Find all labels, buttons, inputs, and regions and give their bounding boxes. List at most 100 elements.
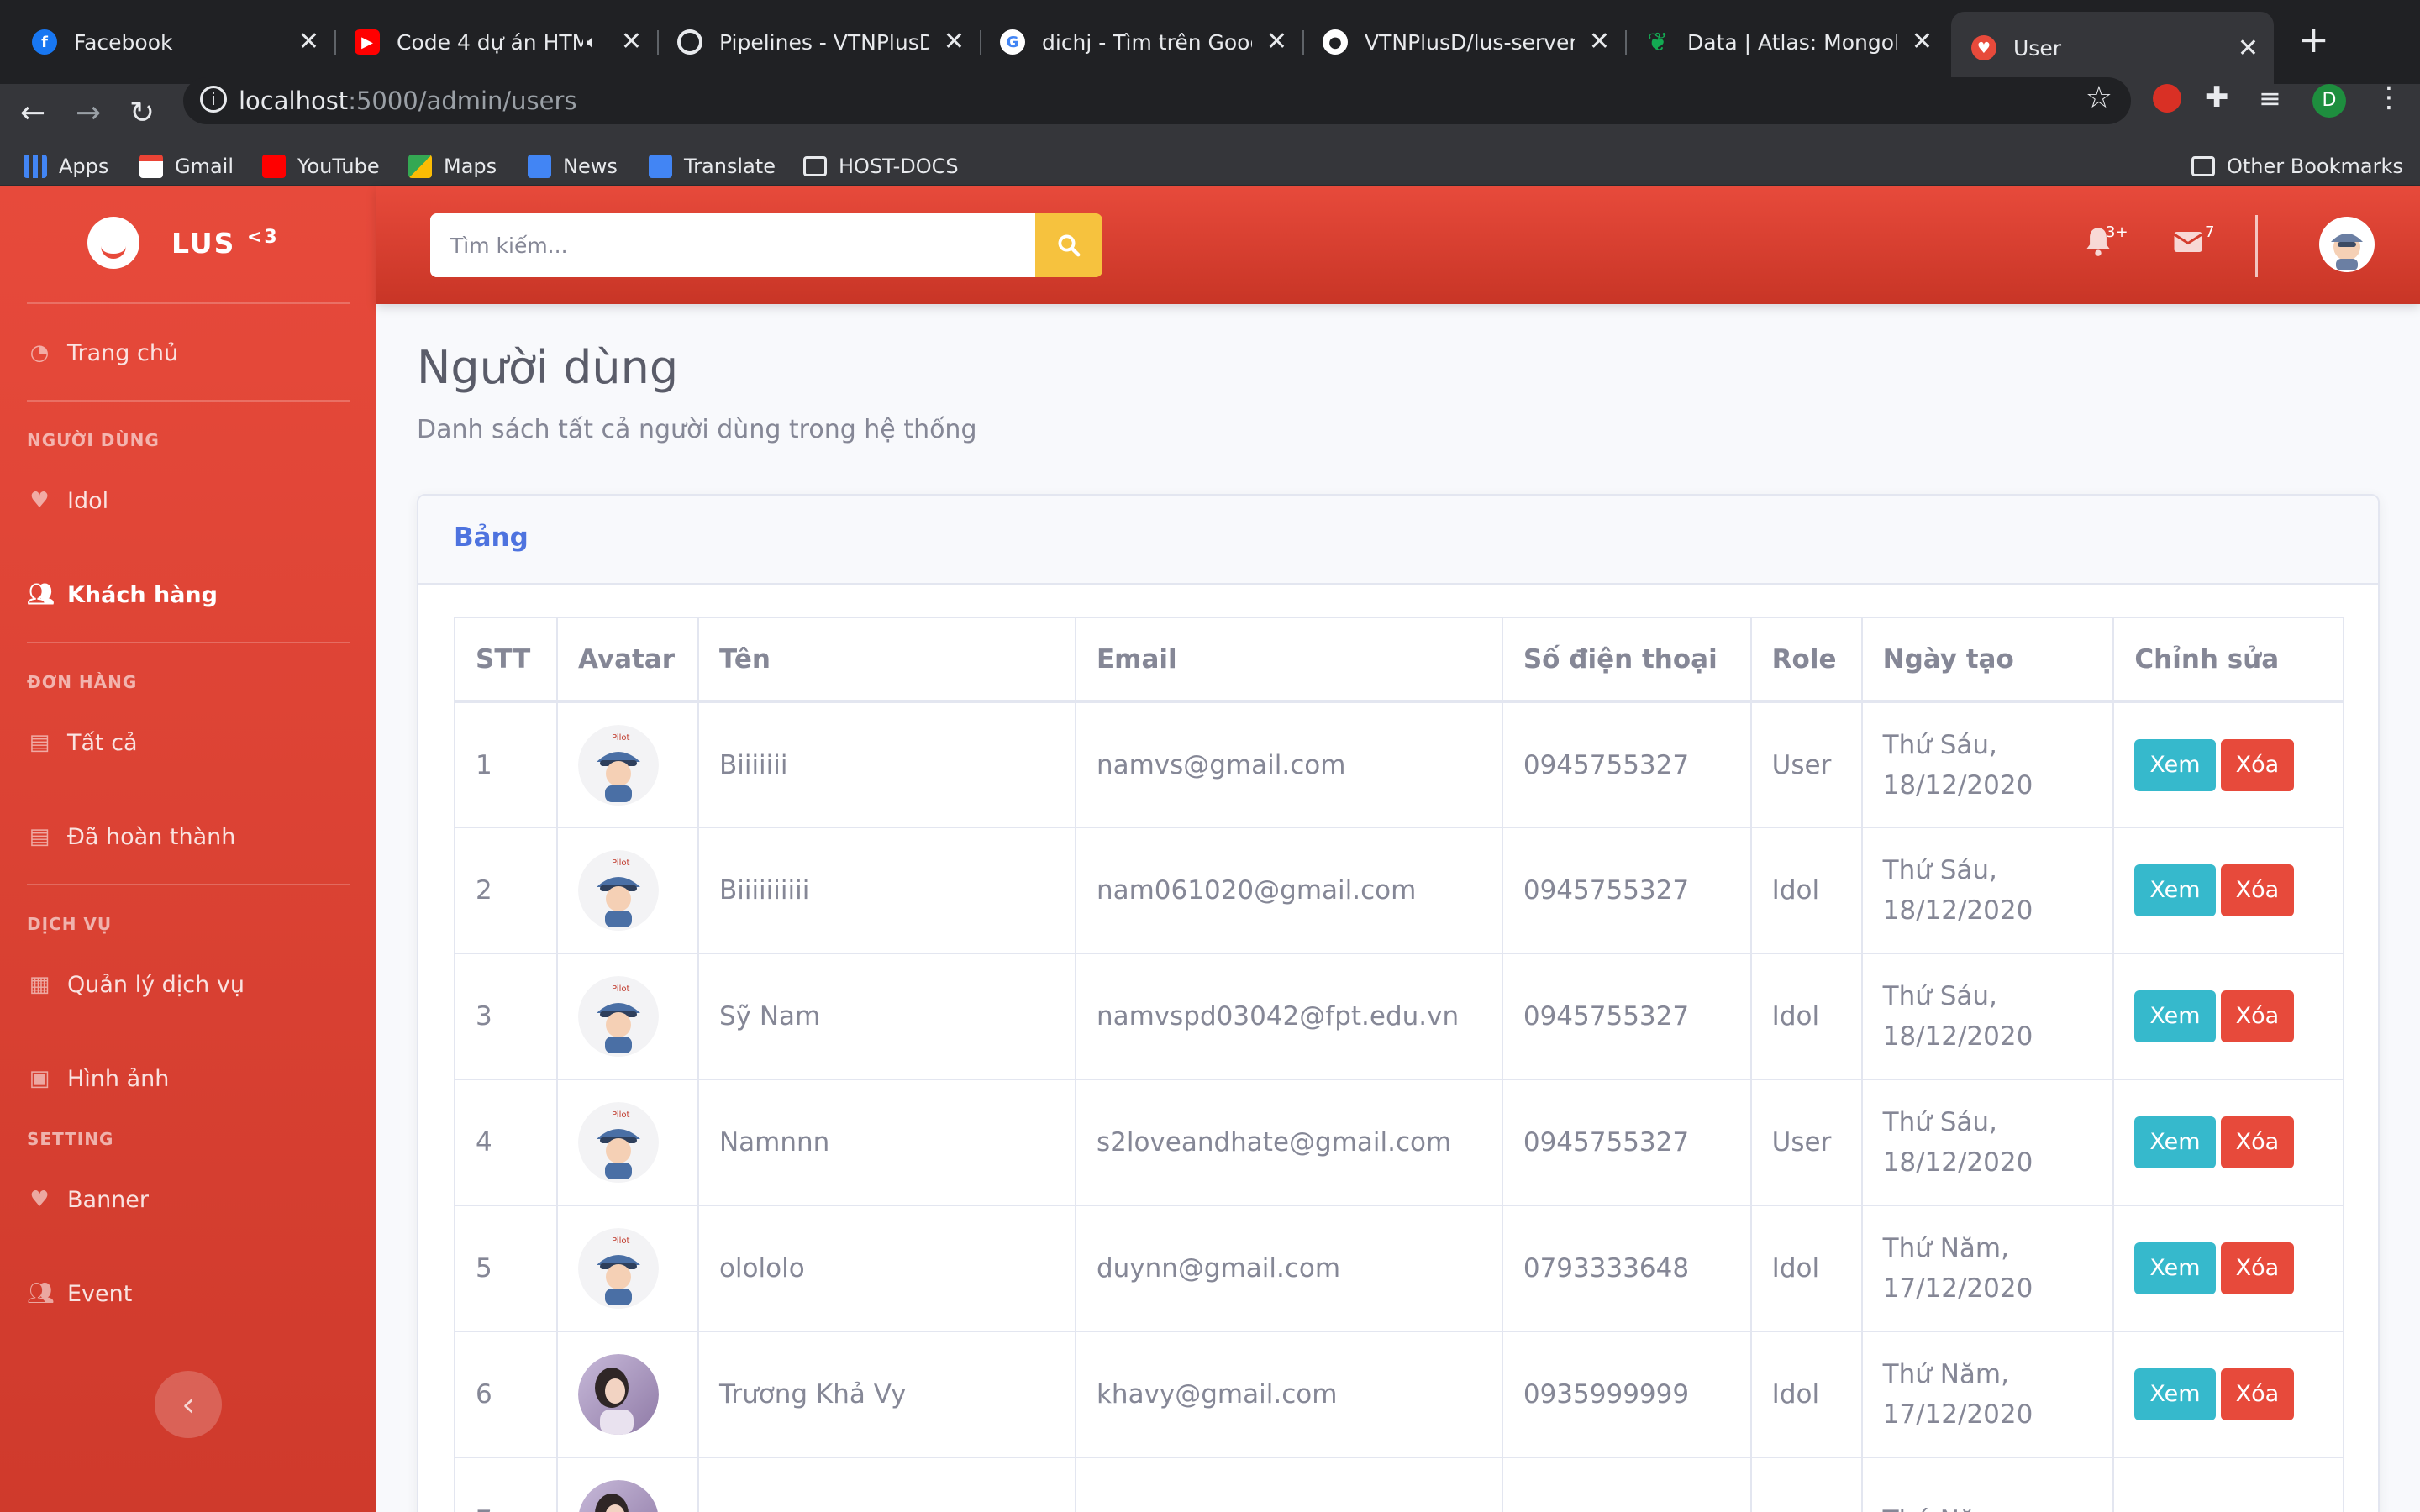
cell-avatar: Pilot [555, 827, 699, 954]
view-button[interactable]: Xem [2134, 738, 2216, 791]
forward-arrow-icon[interactable]: → [76, 96, 101, 130]
media-queue-icon[interactable]: ≡ [2259, 82, 2281, 114]
browser-tab-youtube[interactable]: ▶ Code 4 dự án HTML 🔈︎ ✕ [355, 15, 659, 69]
sidebar-item-trang-chu[interactable]: ◔ Trang chủ [27, 328, 178, 378]
tab-title: Code 4 dự án HTML [397, 29, 583, 55]
bookmark-translate[interactable]: Translate [649, 146, 776, 186]
browser-tab-facebook[interactable]: f Facebook ✕ [32, 15, 336, 69]
column-header-role[interactable]: Role [1749, 617, 1863, 703]
messages-dropdown[interactable] [2173, 230, 2203, 257]
new-tab-plus-icon[interactable]: + [2298, 18, 2329, 61]
sidebar-item-quan-ly-dich-vu[interactable]: ▦ Quản lý dịch vụ [27, 959, 245, 1010]
bookmark-news[interactable]: News [528, 146, 618, 186]
browser-tab-github[interactable]: ● VTNPlusD/lus-server ✕ [1323, 15, 1627, 69]
sidebar-item-event[interactable]: 👥︎ Event [27, 1268, 132, 1319]
column-header-phone[interactable]: Số điện thoại [1501, 617, 1752, 703]
column-header-stt[interactable]: STT [454, 617, 558, 703]
created-weekday: Thứ Năm, [1883, 1500, 2093, 1512]
cell-role: Idol [1749, 1205, 1863, 1332]
browser-tab-google[interactable]: G dichj - Tìm trên Google ✕ [1000, 15, 1304, 69]
star-bookmark-icon[interactable]: ☆ [2086, 81, 2112, 115]
delete-button[interactable]: Xóa [2220, 1242, 2295, 1294]
bookmark-maps[interactable]: Maps [408, 146, 497, 186]
sidebar-item-banner[interactable]: ♥ Banner [27, 1174, 149, 1225]
delete-button[interactable]: Xóa [2220, 1368, 2295, 1420]
browser-tab-user-active[interactable]: ♥ User ✕ [1951, 12, 2274, 84]
bookmark-apps[interactable]: Apps [24, 146, 108, 186]
created-date: 17/12/2020 [1882, 1273, 2033, 1304]
reload-icon[interactable]: ↻ [129, 96, 155, 130]
delete-button[interactable]: Xóa [2220, 1116, 2295, 1168]
close-tab-icon[interactable]: ✕ [1266, 27, 1287, 56]
svg-text:Pilot: Pilot [612, 1236, 629, 1246]
sidebar-item-hinh-anh[interactable]: ▣ Hình ảnh [27, 1053, 170, 1104]
info-icon[interactable]: i [200, 86, 227, 113]
sidebar-item-khach-hang[interactable]: 👥︎ Khách hàng [27, 570, 218, 620]
apps-grid-icon [24, 155, 47, 178]
close-tab-icon[interactable]: ✕ [621, 27, 642, 56]
close-tab-icon[interactable]: ✕ [944, 27, 965, 56]
table-row: 1 Pilot Biiiiiii namvs@gmail.com 094575532… [454, 701, 2344, 828]
view-button[interactable]: Xem [2134, 1116, 2216, 1168]
search-input[interactable] [430, 213, 1035, 277]
created-weekday: Thứ Sáu, [1882, 855, 1997, 885]
sidebar-item-idol[interactable]: ♥ Idol [27, 475, 108, 526]
speaker-icon[interactable]: 🔈︎ [587, 32, 597, 53]
heartbeat-icon: ♥ [29, 488, 50, 513]
cell-email: khavy@gmail.com [1074, 1331, 1503, 1458]
topbar-divider [2255, 215, 2258, 277]
user-profile-avatar[interactable] [2319, 217, 2375, 272]
browser-tab-pipelines[interactable]: Pipelines - VTNPlusD/ ✕ [677, 15, 981, 69]
close-tab-icon[interactable]: ✕ [2238, 34, 2259, 63]
column-header-avatar[interactable]: Avatar [555, 617, 699, 703]
bookmark-gmail[interactable]: Gmail [139, 146, 234, 186]
sidebar-heading-don-hang: ĐƠN HÀNG [27, 672, 138, 692]
view-button[interactable]: Xem [2134, 1242, 2216, 1294]
view-button[interactable]: Xem [2134, 990, 2216, 1042]
browser-menu-icon[interactable]: ⋮ [2375, 81, 2403, 114]
created-weekday: Thứ Sáu, [1882, 981, 1997, 1011]
bookmark-label: News [563, 155, 618, 178]
close-tab-icon[interactable]: ✕ [1912, 27, 1933, 56]
search-button[interactable] [1035, 213, 1102, 277]
cell-phone: 0945755327 [1501, 701, 1752, 828]
column-header-email[interactable]: Email [1074, 617, 1503, 703]
delete-button[interactable]: Xóa [2220, 738, 2295, 791]
back-arrow-icon[interactable]: ← [20, 96, 45, 130]
view-button[interactable]: Xem [2134, 864, 2216, 916]
view-button[interactable]: Xem [2134, 1368, 2216, 1420]
search-box [430, 213, 1049, 277]
close-tab-icon[interactable]: ✕ [1589, 27, 1610, 56]
sidebar-item-label: Khách hàng [67, 581, 218, 608]
sidebar-item-da-hoan-thanh[interactable]: ▤ Đã hoàn thành [27, 811, 236, 862]
extensions-puzzle-icon[interactable]: ✚ [2205, 81, 2229, 114]
other-bookmarks[interactable]: Other Bookmarks [2191, 146, 2403, 186]
url-path: :5000/admin/users [348, 87, 577, 115]
brand-link[interactable]: LUS <3 [87, 217, 279, 269]
svg-text:Pilot: Pilot [612, 984, 629, 994]
column-header-name[interactable]: Tên [697, 617, 1076, 703]
google-icon: G [1000, 29, 1025, 55]
delete-button[interactable]: Xóa [2220, 864, 2295, 916]
cell-stt: 2 [454, 827, 558, 954]
browser-tab-strip: f Facebook ✕ ▶ Code 4 dự án HTML 🔈︎ ✕ Pi… [0, 0, 2420, 84]
cell-name: Namnnn [697, 1079, 1076, 1206]
bookmark-host-docs[interactable]: HOST-DOCS [803, 146, 959, 186]
browser-tab-mongodb[interactable]: ❦ Data | Atlas: MongoDB ✕ [1645, 15, 1948, 69]
close-tab-icon[interactable]: ✕ [298, 27, 319, 56]
photo-avatar [579, 1480, 658, 1512]
extension-adblock-icon[interactable] [2153, 84, 2181, 113]
created-date: 18/12/2020 [1882, 895, 2033, 926]
sidebar-toggle-button[interactable]: ‹ [155, 1371, 222, 1438]
sidebar-item-label: Quản lý dịch vụ [67, 971, 245, 998]
column-header-created[interactable]: Ngày tạo [1860, 617, 2115, 703]
profile-avatar[interactable]: D [2312, 84, 2346, 118]
delete-button[interactable]: Xóa [2220, 990, 2295, 1042]
tab-title: User [2013, 35, 2061, 60]
bookmark-youtube[interactable]: YouTube [262, 146, 380, 186]
sidebar-item-label: Banner [67, 1186, 150, 1213]
users-icon: 👥︎ [27, 1281, 55, 1306]
pilot-avatar: Pilot [577, 976, 659, 1057]
sidebar-item-tat-ca[interactable]: ▤ Tất cả [27, 717, 138, 768]
users-table-card: Bảng STT Avatar Tên Email Số điện thoại … [417, 494, 2380, 1512]
